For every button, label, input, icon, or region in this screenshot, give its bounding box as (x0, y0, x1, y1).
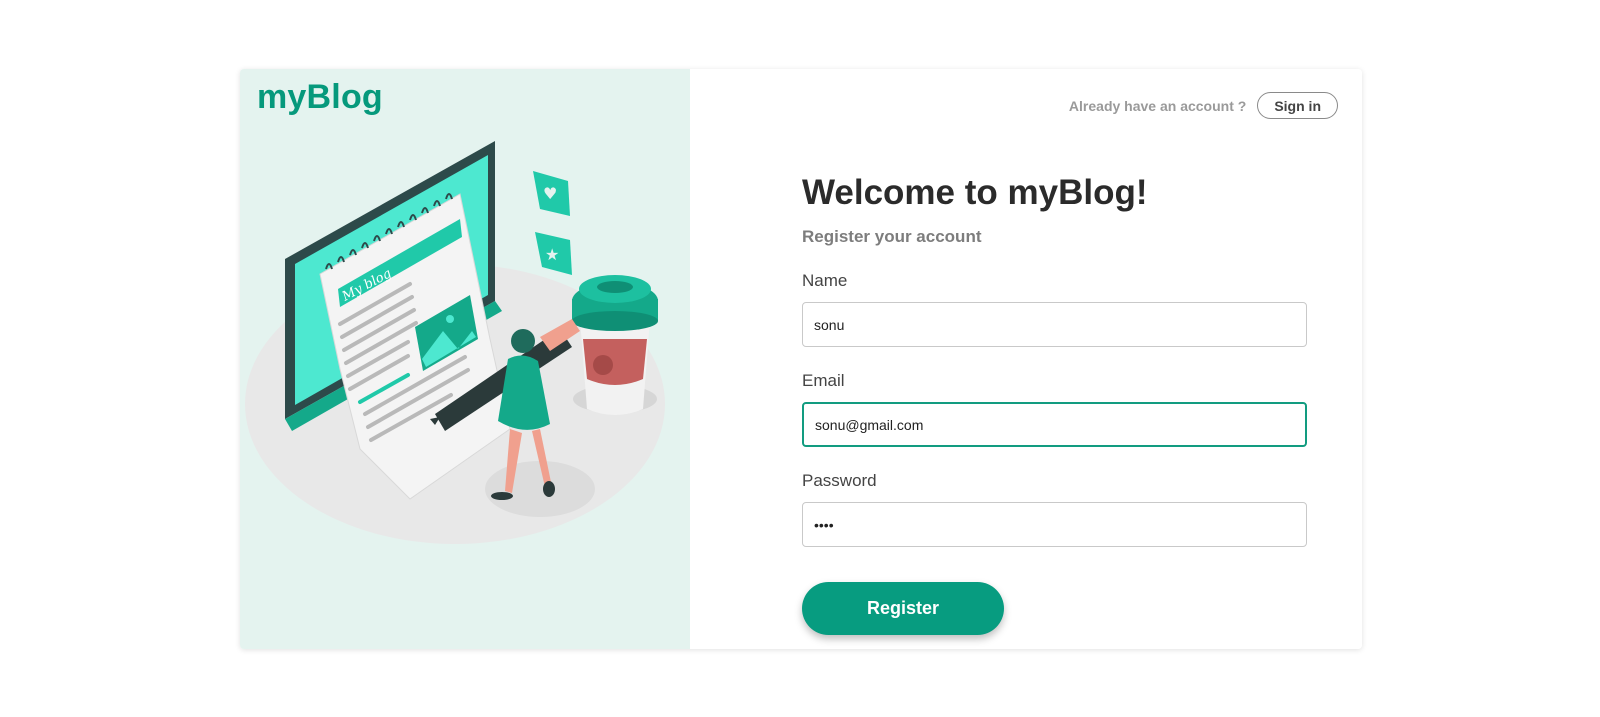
password-input[interactable] (802, 502, 1307, 547)
name-input[interactable] (802, 302, 1307, 347)
email-field-group: Email (802, 371, 1307, 447)
svg-text:♥: ♥ (543, 184, 557, 203)
page-subtitle: Register your account (802, 227, 982, 246)
name-field-group: Name (802, 271, 1307, 347)
blogging-illustration: My blog ♥ ★ (245, 141, 665, 544)
form-panel: Already have an account ? Sign in Welcom… (690, 69, 1362, 649)
illustration-panel: My blog ♥ ★ myBlog (240, 69, 690, 649)
password-label: Password (802, 471, 877, 490)
signin-button[interactable]: Sign in (1257, 92, 1338, 119)
password-field-group: Password (802, 471, 1307, 547)
name-label: Name (802, 271, 848, 290)
register-card: My blog ♥ ★ myBlog Already have an accou… (240, 69, 1362, 649)
signin-row: Already have an account ? Sign in (1069, 92, 1338, 119)
brand-logo[interactable]: myBlog (257, 78, 383, 117)
signin-prompt: Already have an account ? (1068, 97, 1247, 114)
register-button[interactable]: Register (802, 582, 1004, 635)
svg-text:★: ★ (545, 245, 559, 264)
email-label: Email (802, 371, 845, 390)
page-title: Welcome to myBlog! (802, 173, 1148, 212)
email-input[interactable] (802, 402, 1307, 447)
register-form: Welcome to myBlog! Register your account… (802, 173, 1307, 635)
